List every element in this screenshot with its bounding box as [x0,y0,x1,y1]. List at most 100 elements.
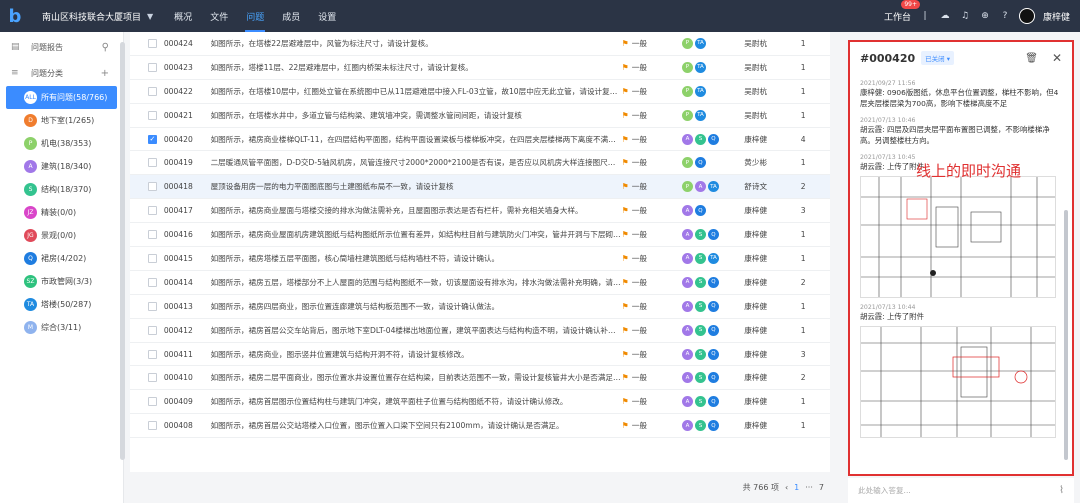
table-row[interactable]: 000413 如图所示，裙房四层商业，图示位置连廊建筑与结构板范围不一致，请设计确… [130,295,830,319]
attachment-drawing[interactable] [860,326,1056,438]
table-row[interactable]: 000424 如图所示，在塔楼22层避难层中，风管为标注尺寸，请设计复核。 ⚑ 一般 P… [130,32,830,56]
tab-settings[interactable]: 设置 [309,0,345,32]
row-checkbox[interactable] [148,206,157,216]
category-item[interactable]: A 建筑(18/340) [0,155,123,178]
category-item[interactable]: M 综合(3/11) [0,316,123,339]
reply-count: 3 [800,349,806,359]
avatar[interactable] [1018,8,1035,24]
row-checkbox[interactable] [148,182,157,192]
priority-label: 一般 [631,325,647,335]
table-row[interactable]: 000418 屋顶设备用房一层的电力平面图底图与土建图纸布局不一致，请设计复核 ⚑ 一… [130,175,830,200]
table-row[interactable]: 000409 如图所示，裙房首层图示位置结构柱与建筑门冲突，建筑平面柱子位置与结构… [130,390,830,415]
row-checkbox[interactable] [148,277,157,287]
add-icon[interactable]: + [101,68,109,79]
category-item[interactable]: Q 裙房(4/202) [0,247,123,270]
row-checkbox[interactable] [148,397,157,407]
table-row[interactable]: 000419 二层暖通风管平面图，D-D交D-5轴风机房，风管连接尺寸2000*2… [130,151,830,176]
table-row[interactable]: 000410 如图所示，裙房二层平面商业，图示位置水井设置位置存在结构梁，目前表达… [130,366,830,391]
bell-icon[interactable]: ♫ [959,10,971,22]
category-item[interactable]: ALL 所有问题(58/766) [6,86,117,109]
row-checkbox[interactable]: ✓ [148,134,157,144]
category-badge-icon: Q [24,252,37,265]
category-item[interactable]: P 机电(38/353) [0,132,123,155]
workbench-link[interactable]: 工作台 99+ [884,0,920,23]
pin-icon[interactable]: ⚲ [102,42,109,53]
reply-input[interactable]: 此处输入答复... ⌇ [848,478,1074,503]
row-checkbox[interactable] [148,325,157,335]
row-checkbox[interactable] [148,230,157,240]
table-row[interactable]: 000408 如图所示，裙房首层公交站塔楼入口位置，图示位置入口梁下空间只有210… [130,414,830,439]
table-row[interactable]: 000422 如图所示，在塔楼10层中，红圈处立管在系统图中已从11层避难层中接入… [130,80,830,104]
table-row[interactable]: 000421 如图所示，在塔楼水井中，多道立管与结构梁、建筑墙冲突，需调整水管间间… [130,104,830,128]
last-page-button[interactable]: 7 [819,483,824,492]
table-row[interactable]: 000417 如图所示，裙房商业屋面与塔楼交接的排水沟做法需补充，且屋面图示表达是… [130,199,830,224]
row-checkbox[interactable] [148,158,157,168]
page-1-button[interactable]: 1 [794,483,799,492]
tag-badge: Q [707,276,719,288]
row-checkbox[interactable] [148,349,157,359]
tab-overview[interactable]: 概况 [165,0,201,32]
row-checkbox[interactable] [148,301,157,311]
category-item[interactable]: S 结构(18/370) [0,178,123,201]
tag-badge: A [681,205,693,217]
sidebar-scrollbar[interactable] [120,42,125,460]
tag-group: PQ [681,157,744,169]
category-item[interactable]: SZ 市政管网(3/3) [0,270,123,293]
sidebar-item-report[interactable]: ▤ 问题报告 ⚲ [0,34,123,60]
flag-icon: ⚑ [621,230,629,240]
priority-cell: ⚑ 一般 [622,38,682,49]
issue-id: 000418 [163,182,193,192]
prev-page-button[interactable]: ‹ [785,483,788,492]
row-checkbox[interactable] [148,373,157,383]
app-logo[interactable]: b [0,0,30,32]
tag-badge: Q [707,229,719,241]
flag-icon: ⚑ [621,38,629,48]
row-checkbox[interactable] [148,62,157,72]
tag-group: ASQ [681,133,744,145]
project-selector[interactable]: 南山区科技联合大厦项目 ▼ [30,0,165,32]
row-checkbox[interactable] [148,253,157,263]
trash-icon[interactable]: 🗑 [1025,53,1038,64]
table-row[interactable]: 000423 如图所示，塔楼11层、22层避难层中，红圈内桥架未标注尺寸，请设计复… [130,56,830,80]
cloud-icon[interactable]: ☁ [939,10,951,22]
category-item[interactable]: JG 景观(0/0) [0,224,123,247]
globe-icon[interactable]: ⊕ [979,10,991,22]
category-item[interactable]: JZ 精装(0/0) [0,201,123,224]
attachment-icon[interactable]: ⌇ [1059,485,1064,496]
sidebar-item-category[interactable]: ≡ 问题分类 + [0,60,123,86]
help-icon[interactable]: ? [999,10,1011,22]
category-item[interactable]: TA 塔楼(50/287) [0,293,123,316]
table-row[interactable]: 000415 如图所示，裙房塔楼五层平面图，核心筒墙柱建筑图纸与结构墙柱不符，请设… [130,247,830,271]
tag-group: ASQ [681,300,744,312]
panel-scrollbar[interactable] [1064,210,1068,460]
tag-badge: A [681,420,693,432]
row-checkbox[interactable] [148,110,157,120]
flag-icon: ⚑ [621,277,629,287]
row-checkbox[interactable] [148,86,157,96]
row-checkbox[interactable] [148,38,157,48]
sidebar-item-label: 问题报告 [31,42,63,52]
status-dropdown[interactable]: 已关闭 ▾ [921,51,954,65]
tag-badge: S [694,133,706,145]
table-row[interactable]: 000416 如图所示，裙房商业屋面机房建筑图纸与结构图纸所示位置有差异，如结构柱… [130,223,830,248]
category-item[interactable]: D 地下室(1/265) [0,109,123,132]
table-row[interactable]: 000411 如图所示，裙房商业，图示竖井位置建筑与结构开洞不符，请设计复核修改。… [130,343,830,367]
table-row[interactable]: 000414 如图所示，裙房五层，塔楼部分不上人屋面的范围与结构图纸不一致，切该屋… [130,271,830,295]
tab-issues[interactable]: 问题 [237,0,273,32]
tab-members[interactable]: 成员 [273,0,309,32]
tab-files[interactable]: 文件 [201,0,237,32]
sidebar: ▤ 问题报告 ⚲ ≡ 问题分类 + ALL 所有问题(58/766) D 地下室(1/265)… [0,32,124,503]
tag-badge: A [681,300,693,312]
close-icon[interactable]: ✕ [1052,51,1062,65]
table-row[interactable]: ✓ 000420 如图所示，裙房商业楼梯QLT-11，在四层结构平面图，结构平面设置… [130,128,830,152]
issue-id: 000415 [163,253,193,263]
user-name[interactable]: 康梓健 [1043,10,1070,23]
table-row[interactable]: 000412 如图所示，裙房首层公交车站背后，图示地下室DLT-04楼梯出地面位置… [130,319,830,343]
page-ellipsis[interactable]: ··· [805,483,813,492]
reply-count: 2 [800,277,806,287]
row-checkbox[interactable] [148,421,157,431]
tag-badge: S [694,300,706,312]
issue-id: #000420 [860,51,916,65]
tag-badge: Q [707,420,719,432]
attachment-drawing[interactable] [860,176,1056,298]
